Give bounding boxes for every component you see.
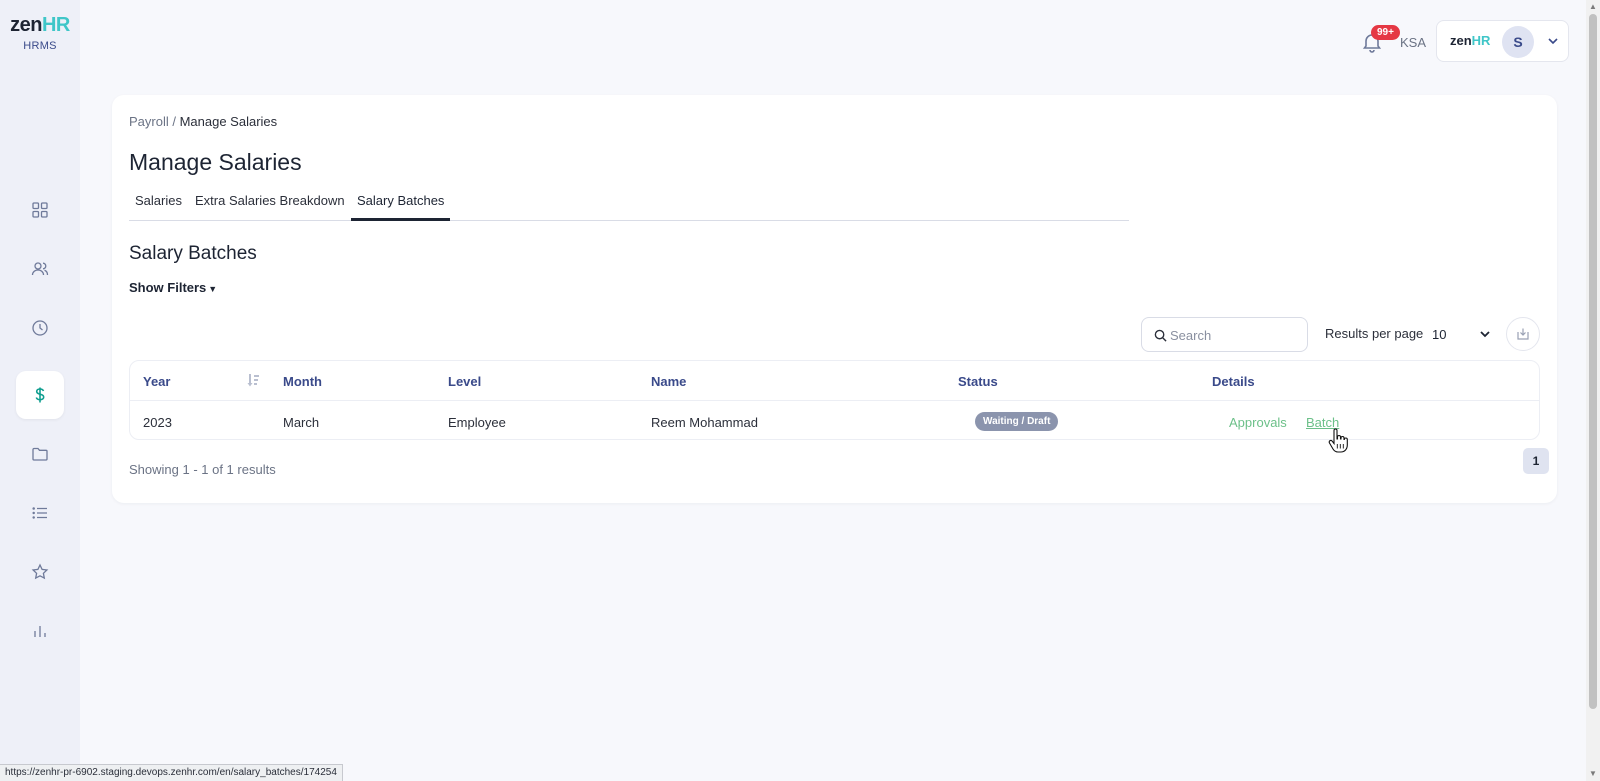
logo-hr-text: HR [41, 14, 70, 36]
caret-down-icon: ▼ [208, 284, 218, 294]
column-header-name: Name [651, 374, 687, 389]
cell-name: Reem Mohammad [651, 415, 758, 430]
sidebar-item-documents[interactable] [16, 430, 64, 478]
search-input[interactable] [1170, 326, 1300, 344]
logo-zen-text: zen [10, 14, 42, 36]
approvals-link[interactable]: Approvals [1229, 415, 1287, 430]
sidebar-item-time[interactable] [16, 304, 64, 352]
hand-pointer-cursor-icon [1328, 428, 1348, 453]
show-filters-toggle[interactable]: Show Filters ▼ [129, 280, 217, 295]
section-title: Salary Batches [129, 243, 257, 264]
download-icon [1517, 328, 1529, 340]
sidebar-item-performance[interactable] [16, 548, 64, 596]
page-scrollbar[interactable]: ▲ ▼ [1586, 0, 1600, 781]
tab-bar: Salaries Extra Salaries Breakdown Salary… [129, 193, 1129, 221]
chevron-down-icon [1480, 331, 1490, 338]
scroll-down-arrow-icon[interactable]: ▼ [1586, 767, 1600, 781]
cell-month: March [283, 415, 320, 430]
results-per-page-label: Results per page [1325, 326, 1424, 341]
sidebar-item-dashboard[interactable] [16, 186, 64, 234]
company-logo-hr: HR [1471, 33, 1491, 48]
breadcrumb-current: Manage Salaries [179, 114, 278, 129]
tab-extra-salaries-breakdown[interactable]: Extra Salaries Breakdown [189, 193, 351, 221]
results-per-page-select[interactable]: 10 [1430, 319, 1496, 349]
show-filters-label: Show Filters [129, 280, 207, 295]
export-button[interactable] [1506, 317, 1540, 351]
tab-salary-batches[interactable]: Salary Batches [351, 193, 451, 221]
tab-salaries[interactable]: Salaries [129, 193, 188, 221]
users-icon [31, 262, 49, 276]
page-title: Manage Salaries [129, 149, 302, 175]
page-button-1[interactable]: 1 [1523, 448, 1549, 474]
cell-level: Employee [448, 415, 506, 430]
folder-icon [32, 447, 48, 461]
status-bar-url: https://zenhr-pr-6902.staging.devops.zen… [0, 764, 343, 781]
notification-count-badge: 99+ [1371, 25, 1400, 40]
pagination-summary: Showing 1 - 1 of 1 results [129, 462, 276, 477]
sort-descending-icon[interactable] [247, 373, 261, 387]
sidebar-item-payroll[interactable] [16, 371, 64, 419]
search-field[interactable] [1141, 317, 1308, 352]
avatar: S [1502, 26, 1534, 58]
grid-icon [32, 202, 48, 218]
company-logo-zen: zen [1450, 33, 1472, 48]
scroll-up-arrow-icon[interactable]: ▲ [1586, 0, 1600, 14]
column-header-level: Level [448, 374, 482, 389]
sidebar-item-requests[interactable] [16, 489, 64, 537]
sidebar-item-people[interactable] [16, 245, 64, 293]
list-icon [32, 507, 47, 519]
region-label[interactable]: KSA [1400, 35, 1426, 50]
bar-chart-icon [34, 626, 46, 637]
column-header-status: Status [958, 374, 998, 389]
table-header: Year Month Level Name Status Details [130, 361, 1539, 401]
user-menu-button[interactable]: zenHR S [1436, 20, 1569, 62]
search-icon [1154, 329, 1167, 342]
product-name: HRMS [23, 40, 57, 52]
sidebar-item-reports[interactable] [16, 607, 64, 655]
app-logo[interactable]: zenHR HRMS [0, 14, 80, 52]
chevron-down-icon [1548, 38, 1558, 45]
dollar-icon [35, 387, 45, 403]
column-header-year[interactable]: Year [143, 374, 170, 389]
column-header-details: Details [1212, 374, 1255, 389]
star-icon [31, 563, 49, 580]
results-per-page-value: 10 [1432, 327, 1447, 342]
column-header-month: Month [283, 374, 322, 389]
cell-year: 2023 [143, 415, 172, 430]
sidebar: zenHR HRMS [0, 0, 80, 781]
status-badge: Waiting / Draft [975, 412, 1059, 431]
breadcrumb-separator: / [168, 114, 180, 129]
scrollbar-thumb[interactable] [1589, 14, 1597, 709]
company-logo: zenHR [1450, 33, 1490, 48]
clock-icon [32, 320, 48, 336]
breadcrumb-parent[interactable]: Payroll [129, 114, 169, 129]
breadcrumb: Payroll / Manage Salaries [129, 114, 277, 129]
